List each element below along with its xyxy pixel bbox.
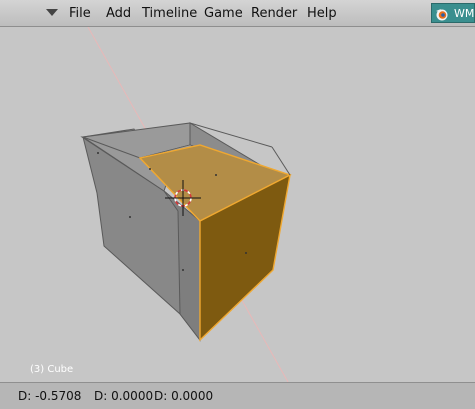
vertex-dot [182,269,184,271]
menu-bar: File Add Timeline Game Render Help WM [0,0,475,27]
delta-z-readout: D: 0.0000 [154,389,214,403]
menu-help[interactable]: Help [307,6,337,21]
object-name-label: (3) Cube [30,364,74,375]
screen-selector[interactable]: WM [431,3,475,23]
header-status-bar: D: -0.5708 D: 0.0000 D: 0.0000 [0,382,475,409]
blender-logo-icon [436,9,448,21]
menu-game[interactable]: Game [204,6,243,21]
menu-file[interactable]: File [69,6,91,21]
3d-viewport[interactable]: (3) Cube [0,27,475,382]
vertex-dot [149,168,151,170]
menu-timeline[interactable]: Timeline [142,6,197,21]
delta-x-readout: D: -0.5708 [18,389,82,403]
menu-render[interactable]: Render [251,6,297,21]
blender-window: File Add Timeline Game Render Help WM (3… [0,0,475,409]
delta-y-readout: D: 0.0000 [94,389,154,403]
menu-collapse-icon[interactable] [46,9,58,16]
vertex-dot [215,174,217,176]
vertex-dot [129,216,131,218]
screen-name: WM [454,7,475,20]
vertex-dot [97,152,99,154]
scene-canvas[interactable] [0,27,475,382]
menu-add[interactable]: Add [106,6,131,21]
vertex-dot [245,252,247,254]
